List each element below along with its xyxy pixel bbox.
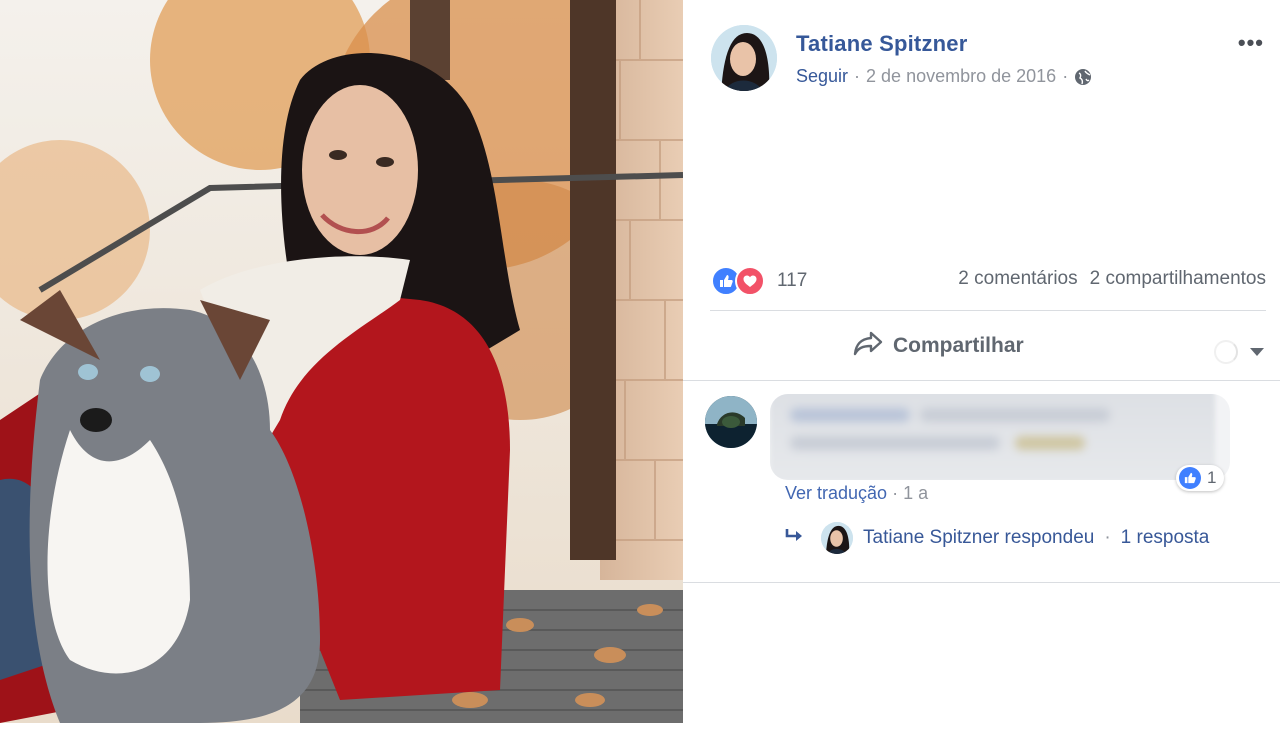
comments-bottom-divider: [683, 582, 1280, 583]
replier-avatar-image: [821, 522, 853, 554]
comments-count-link[interactable]: 2 comentários: [958, 268, 1077, 290]
see-translation-link[interactable]: Ver tradução: [785, 483, 887, 503]
comment-age[interactable]: 1 a: [903, 483, 928, 503]
post-photo[interactable]: [0, 0, 683, 723]
heart-glyph: [743, 275, 757, 287]
more-options-icon[interactable]: •••: [1238, 30, 1264, 56]
view-replies-link[interactable]: Tatiane Spitzner respondeu · 1 resposta: [785, 522, 1209, 554]
reply-arrow-icon: [785, 527, 805, 549]
chevron-down-icon[interactable]: [1250, 348, 1264, 356]
comment-reaction-badge[interactable]: 1: [1176, 465, 1225, 491]
reply-count-text: 1 resposta: [1120, 527, 1210, 548]
comment-like-count: 1: [1207, 468, 1217, 487]
like-reaction-icon: [1179, 467, 1201, 489]
post-meta: Seguir · 2 de novembro de 2016 ·: [796, 66, 1092, 87]
globe-icon-graphic: [1075, 68, 1092, 85]
comment-separator: ·: [892, 483, 899, 503]
author-avatar[interactable]: [711, 25, 777, 91]
thumbs-up-glyph: [1184, 472, 1196, 484]
photo-illustration: [0, 0, 683, 723]
blurred-comment-text: [770, 394, 1215, 480]
comment-bubble[interactable]: [770, 394, 1230, 480]
reply-separator: ·: [1104, 527, 1111, 548]
shares-count-link[interactable]: 2 compartilhamentos: [1090, 268, 1266, 290]
post-panel: Tatiane Spitzner Seguir · 2 de novembro …: [683, 0, 1280, 739]
engagement-counts: 2 comentários 2 compartilhamentos: [958, 268, 1266, 290]
commenter-avatar[interactable]: [705, 396, 757, 448]
avatar-image: [711, 25, 777, 91]
actions-divider: [683, 380, 1280, 381]
reply-arrow-glyph: [785, 529, 802, 541]
globe-icon[interactable]: [1074, 68, 1092, 86]
thumbs-up-glyph: [720, 275, 733, 287]
love-reaction-icon: [735, 266, 765, 296]
share-icon: [853, 330, 883, 362]
share-label: Compartilhar: [893, 334, 1024, 357]
share-options[interactable]: [1214, 340, 1264, 364]
meta-separator: ·: [854, 66, 861, 86]
reactions-summary[interactable]: 117: [711, 266, 807, 296]
reaction-count: 117: [777, 270, 808, 291]
reply-author-text: Tatiane Spitzner respondeu: [863, 527, 1095, 548]
meta-separator: ·: [1062, 66, 1069, 86]
replier-avatar: [821, 522, 853, 554]
post-date[interactable]: 2 de novembro de 2016: [866, 66, 1056, 87]
share-button[interactable]: Compartilhar: [853, 330, 1024, 362]
share-arrow-glyph: [853, 331, 883, 356]
author-name-link[interactable]: Tatiane Spitzner: [796, 31, 968, 57]
loading-indicator: [1214, 340, 1238, 364]
comment-actions: Ver tradução · 1 a: [785, 483, 928, 504]
reactions-divider: [710, 310, 1266, 311]
follow-link[interactable]: Seguir: [796, 66, 848, 87]
commenter-avatar-image: [705, 396, 757, 448]
